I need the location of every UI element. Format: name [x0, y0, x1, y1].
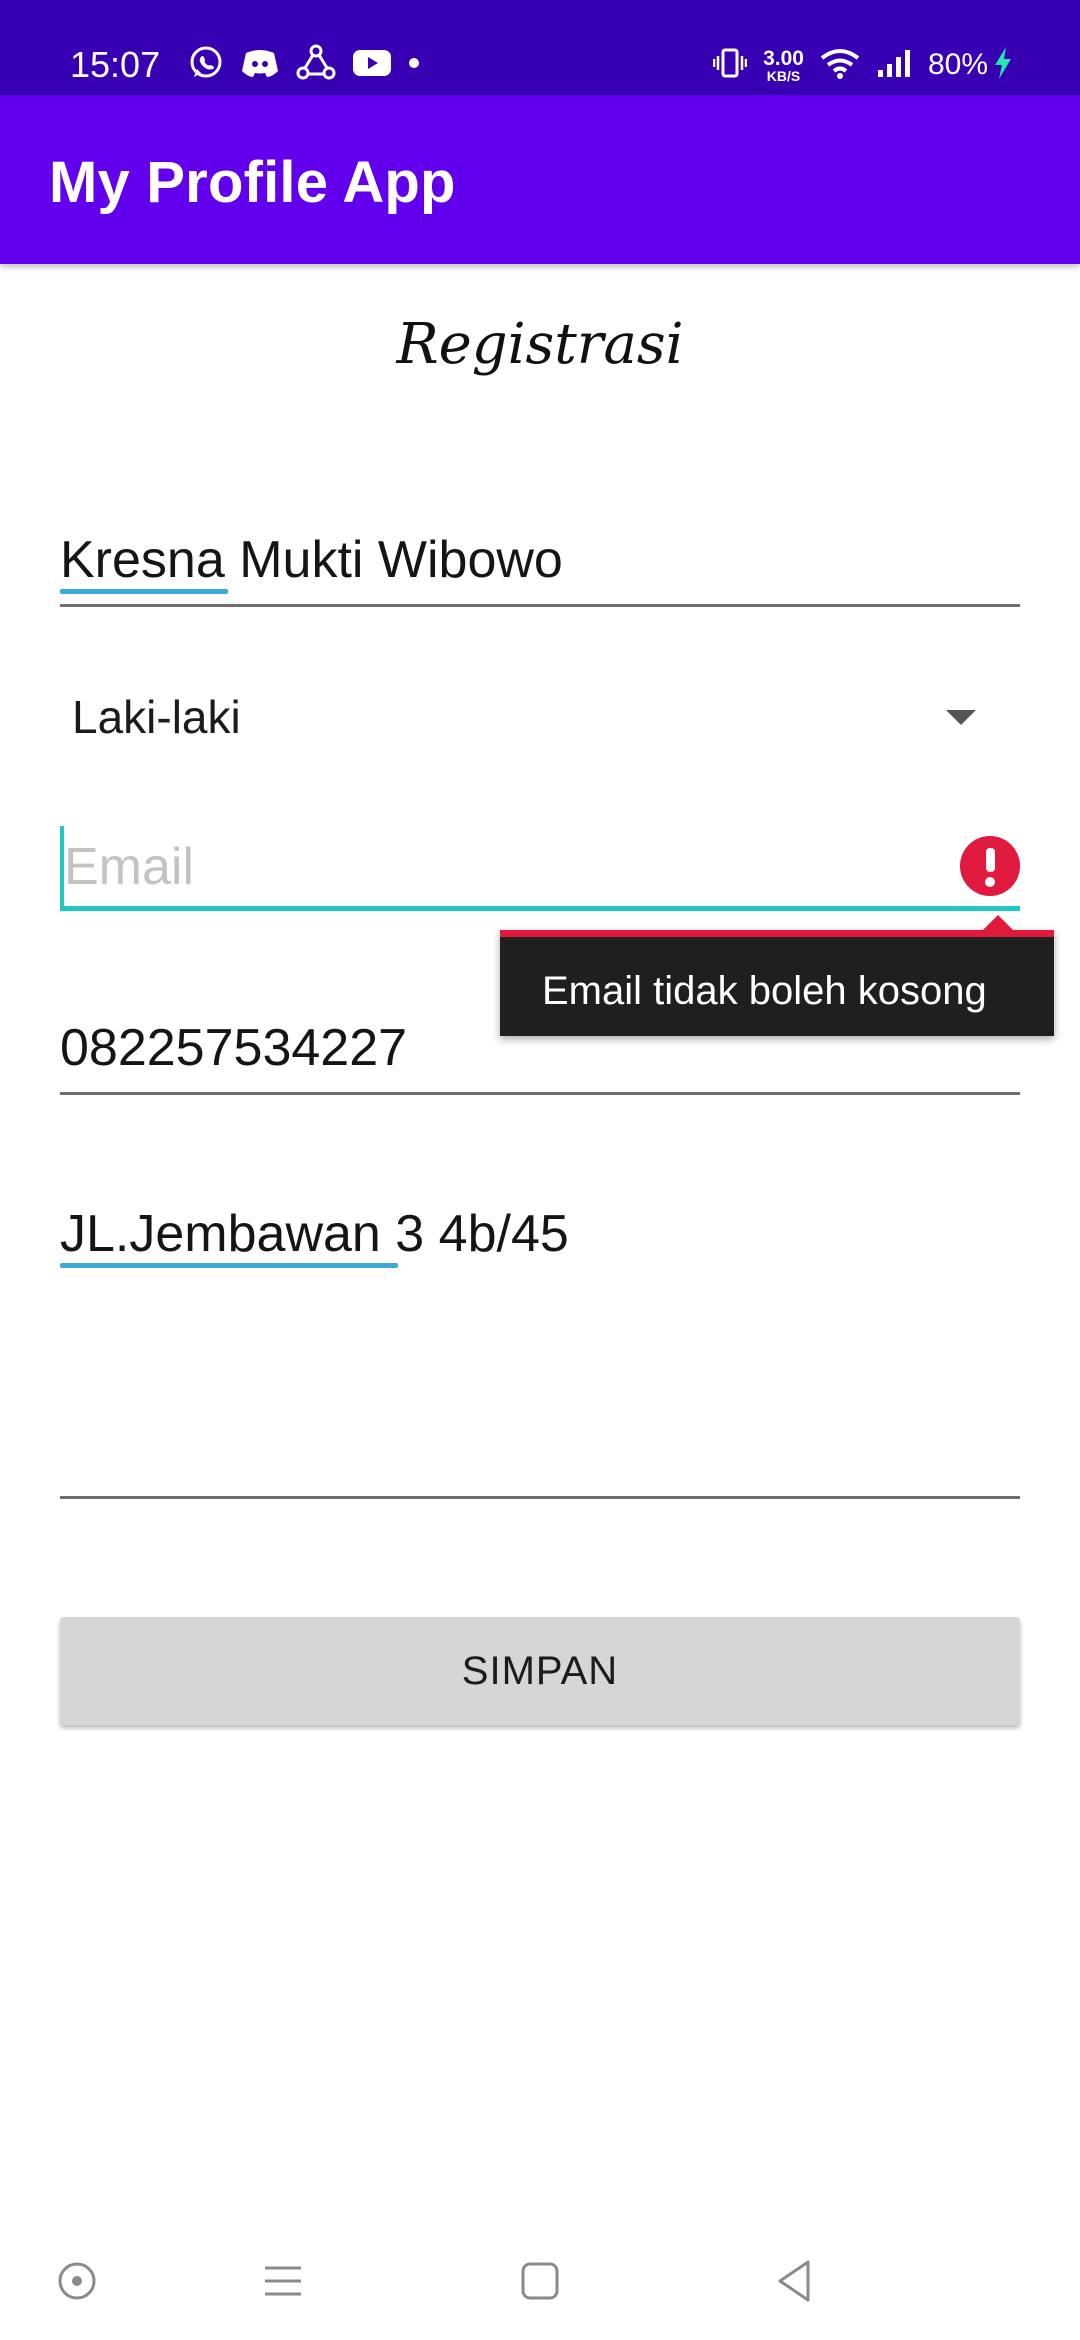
app-bar: My Profile App [0, 95, 1080, 264]
home-icon[interactable] [515, 2256, 565, 2306]
dot-icon [408, 56, 420, 74]
phone-value: 082257534227 [60, 1019, 408, 1077]
status-bar: 15:07 3.00 KB/S 80% [0, 0, 1080, 95]
gender-value: Laki-laki [72, 691, 241, 743]
phone-field[interactable]: 082257534227 [60, 1018, 1020, 1098]
name-value: Kresna Mukti Wibowo [60, 531, 563, 589]
network-speed-value: 3.00 [763, 46, 804, 70]
app-title: My Profile App [49, 150, 456, 215]
phone-field-underline [60, 1092, 1020, 1095]
navigation-bar [0, 2220, 1080, 2340]
address-value: JL.Jembawan 3 4b/45 [60, 1205, 569, 1263]
error-icon[interactable] [960, 836, 1020, 896]
signal-icon [876, 48, 912, 83]
email-field[interactable] [60, 824, 1020, 914]
system-status-icons: 3.00 KB/S 80% [712, 46, 1014, 85]
youtube-icon [352, 48, 392, 83]
email-input[interactable] [64, 834, 944, 900]
network-speed-unit: KB/S [766, 67, 801, 84]
name-field-underline [60, 604, 1020, 607]
spellcheck-underline [60, 1263, 398, 1268]
battery-percent: 80% [927, 48, 988, 81]
page-title: Registrasi [396, 312, 684, 377]
gender-select[interactable]: Laki-laki [60, 684, 1020, 754]
notification-icons [188, 44, 420, 87]
discord-icon [240, 45, 280, 86]
whatsapp-icon [188, 45, 224, 86]
vibrate-icon [712, 46, 748, 85]
charging-icon [992, 46, 1014, 85]
back-icon[interactable] [770, 2256, 820, 2306]
email-field-underline [60, 906, 1020, 911]
text-cursor [60, 826, 64, 906]
save-button[interactable]: SIMPAN [60, 1617, 1020, 1725]
name-field[interactable]: Kresna Mukti Wibowo [60, 530, 1020, 610]
address-field-underline [60, 1496, 1020, 1499]
status-time: 15:07 [70, 44, 161, 85]
share-icon [296, 44, 336, 87]
spellcheck-underline [60, 589, 228, 594]
recents-icon[interactable] [258, 2256, 308, 2306]
error-message: Email tidak boleh kosong [542, 969, 987, 1013]
dropdown-arrow-icon [946, 710, 976, 725]
network-speed: 3.00 KB/S [763, 48, 804, 83]
assistant-icon[interactable] [52, 2256, 102, 2306]
address-field[interactable]: JL.Jembawan 3 4b/45 [60, 1204, 1020, 1504]
wifi-icon [820, 47, 860, 84]
